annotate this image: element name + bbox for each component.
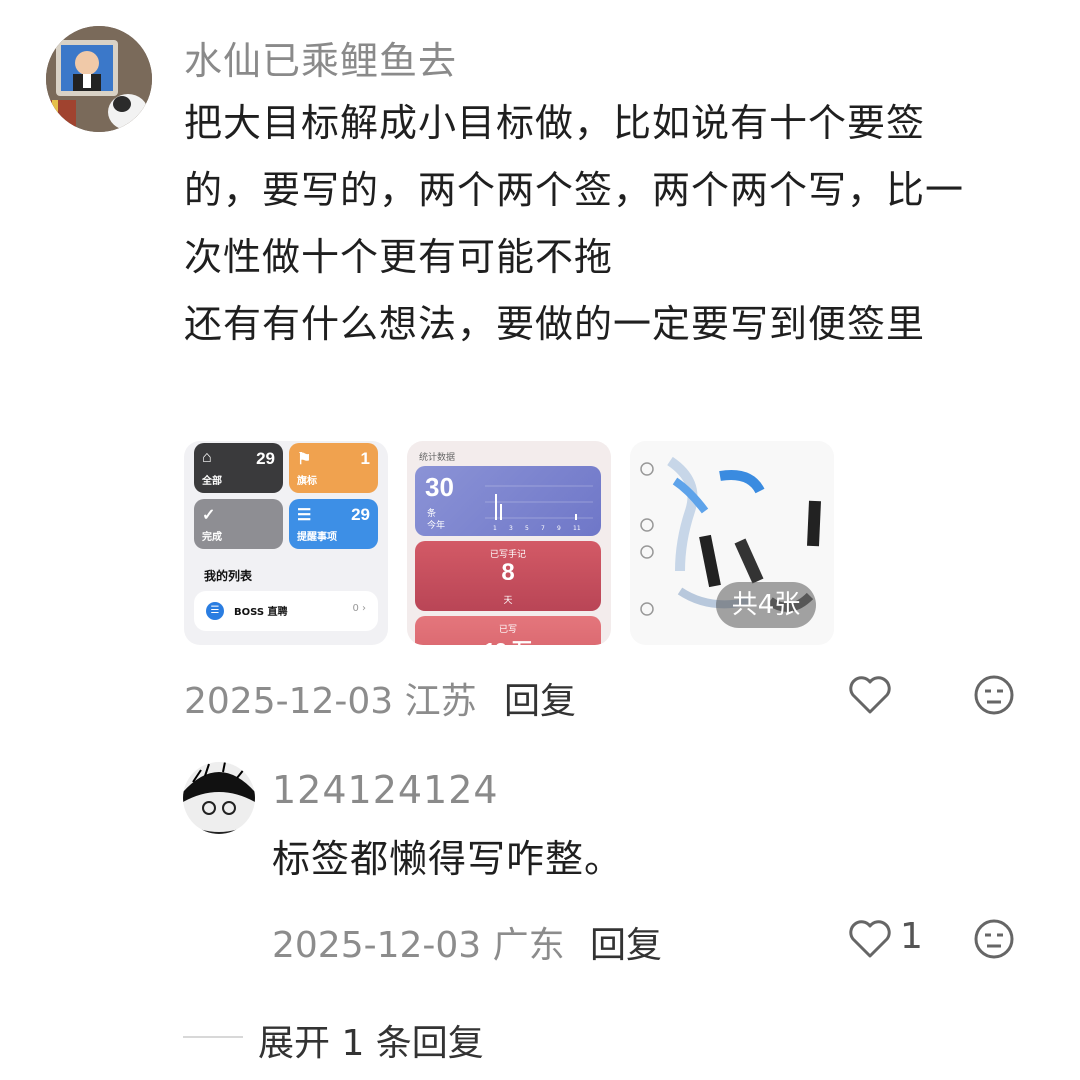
svg-text:3: 3 <box>509 525 513 532</box>
tile-label: 完成 <box>202 532 222 543</box>
tile-label: 全部 <box>202 476 222 487</box>
list-count: 0 › <box>352 603 366 614</box>
tile-label: 提醒事项 <box>297 532 337 543</box>
reply-avatar[interactable] <box>183 762 255 834</box>
comment-body: 把大目标解成小目标做，比如说有十个要签 的，要写的，两个两个签，两个两个写，比一… <box>184 90 1044 358</box>
svg-text:1: 1 <box>493 525 497 532</box>
dislike-face-icon[interactable] <box>970 672 1018 718</box>
tile-count: 1 <box>360 449 370 468</box>
card-number: 13 万 <box>415 634 601 645</box>
reminders-tile-list: ☰ 29 提醒事项 <box>289 499 378 549</box>
svg-text:7: 7 <box>541 525 545 532</box>
comment-line: 把大目标解成小目标做，比如说有十个要签 <box>184 101 926 145</box>
card-number: 8 <box>501 559 515 586</box>
comment-image-stats[interactable]: 统计数据 30 条 今年 1 3 5 7 9 11 已写手记 8 天 已写 13… <box>407 441 611 645</box>
expand-replies-button[interactable]: 展开 1 条回复 <box>258 1014 484 1066</box>
stats-card-words: 已写 13 万 <box>415 616 601 645</box>
comment-line: 还有有什么想法，要做的一定要写到便签里 <box>184 302 926 346</box>
reply-like-count: 1 <box>900 916 923 957</box>
reply-meta: 2025-12-03 广东 <box>272 925 565 966</box>
commenter-avatar[interactable] <box>46 26 152 132</box>
reply-like-heart-icon[interactable] <box>846 916 894 962</box>
reply-username[interactable]: 124124124 <box>272 768 499 812</box>
reminders-tile-flag: ⚑ 1 旗标 <box>289 443 378 493</box>
list-icon: ☰ <box>297 507 312 524</box>
stats-big-number: 30 <box>425 472 454 502</box>
list-name: BOSS 直聘 <box>234 607 288 618</box>
card-unit: 天 <box>503 596 513 606</box>
stats-header: 统计数据 <box>419 453 456 463</box>
comment-meta: 2025-12-03 江苏 <box>184 681 477 722</box>
commenter-username[interactable]: 水仙已乘鲤鱼去 <box>184 30 457 85</box>
tile-count: 29 <box>351 505 370 524</box>
reply-button[interactable]: 回复 <box>504 672 576 724</box>
svg-text:11: 11 <box>573 525 581 532</box>
tray-icon: ⌂ <box>202 449 212 466</box>
reply-body: 标签都懒得写咋整。 <box>272 837 624 881</box>
stats-card-days: 已写手记 8 天 <box>415 541 601 611</box>
like-heart-icon[interactable] <box>846 672 894 718</box>
reply-reply-button[interactable]: 回复 <box>590 916 662 968</box>
checkmark-icon: ✓ <box>202 507 216 524</box>
list-bullet-icon: ☰ <box>206 602 224 620</box>
reply-dislike-face-icon[interactable] <box>970 916 1018 962</box>
tile-count: 29 <box>256 449 275 468</box>
reminders-tile-done: ✓ 完成 <box>194 499 283 549</box>
comment-line: 次性做十个更有可能不拖 <box>184 235 614 279</box>
reminders-tile-all: ⌂ 29 全部 <box>194 443 283 493</box>
expand-divider <box>183 1036 243 1038</box>
comment-line: 的，要写的，两个两个签，两个两个写，比一 <box>184 168 965 212</box>
tile-label: 旗标 <box>297 476 317 487</box>
image-count-badge[interactable]: 共4张 <box>716 582 816 628</box>
comment-image-reminders[interactable]: ⌂ 29 全部 ⚑ 1 旗标 ✓ 完成 ☰ 29 提醒事项 我的列表 ☰ BOS… <box>184 441 388 645</box>
stats-period: 今年 <box>427 521 446 531</box>
stats-mini-chart: 1 3 5 7 9 11 <box>485 485 593 532</box>
stats-card-count: 30 条 今年 1 3 5 7 9 11 <box>415 466 601 536</box>
svg-text:9: 9 <box>557 525 561 532</box>
svg-text:5: 5 <box>525 525 529 532</box>
reminders-list-row: ☰ BOSS 直聘 0 › <box>194 591 378 631</box>
reminders-section-title: 我的列表 <box>204 569 253 583</box>
flag-icon: ⚑ <box>297 451 312 468</box>
